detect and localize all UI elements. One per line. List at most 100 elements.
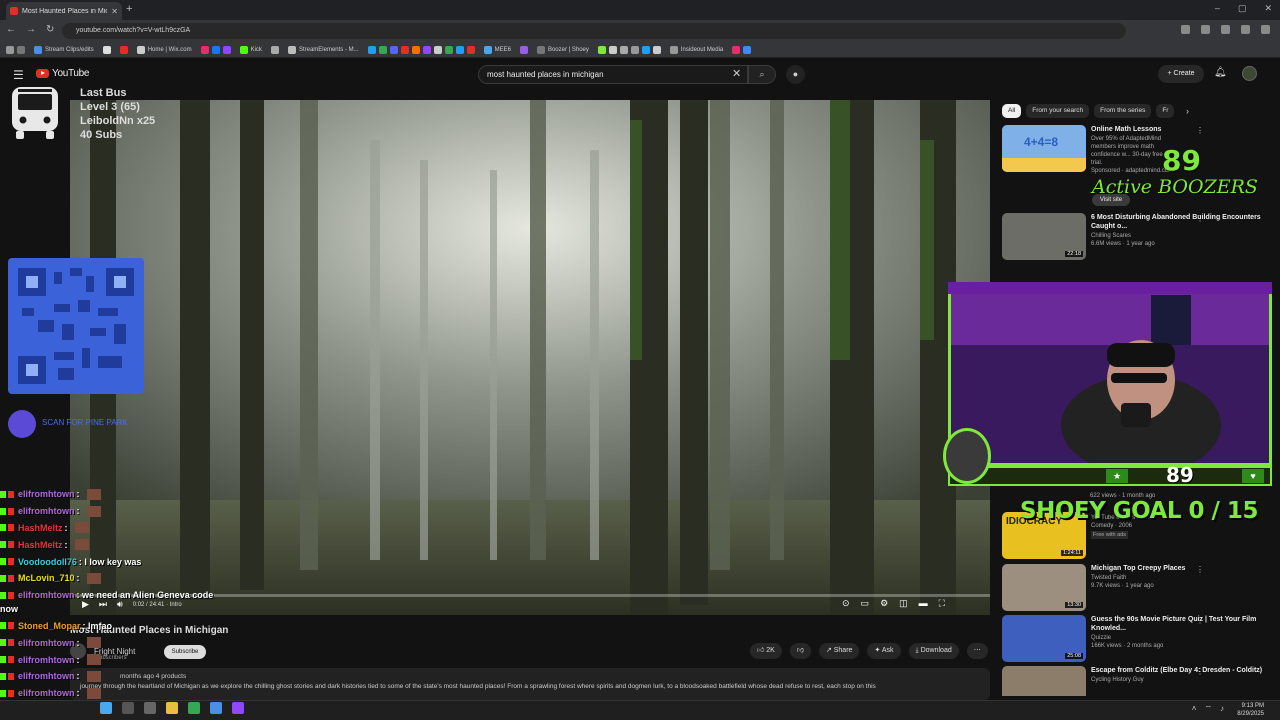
bookmark-item[interactable]	[270, 45, 279, 54]
settings-gear-icon[interactable]: ⚙	[880, 598, 888, 609]
bookmark-item[interactable]	[367, 45, 475, 54]
chat-emote-icon	[86, 687, 101, 699]
rec-title: Escape from Colditz (Elbe Day 4: Dresden…	[1091, 667, 1263, 674]
bookmark-stream-clips[interactable]: Stream Clips/edits	[34, 45, 94, 54]
platform-badge-icon	[8, 639, 14, 647]
voice-search-button[interactable]: ●	[786, 65, 805, 84]
bookmark-insideout[interactable]: Insideout Media	[669, 45, 723, 54]
chip-from-the-series[interactable]: From the series	[1094, 104, 1152, 118]
bookmark-item[interactable]	[6, 45, 25, 54]
video-thumbnail: 13:30	[1002, 564, 1086, 611]
hamburger-menu-icon[interactable]: ☰	[13, 68, 24, 82]
url-input[interactable]: youtube.com/watch?v=V-wtLh9czGA	[62, 23, 1126, 39]
bookmark-item[interactable]	[200, 45, 231, 54]
app-icon[interactable]	[232, 702, 244, 714]
chip-all[interactable]: All	[1002, 104, 1022, 118]
bookmarks-bar: Stream Clips/edits Home | Wix.com Kick S…	[0, 42, 1280, 58]
autoplay-toggle-icon[interactable]: ⊙	[842, 598, 850, 609]
more-options-icon[interactable]: ⋮	[1196, 616, 1204, 625]
bus-title: Last Bus	[80, 87, 127, 99]
recommendation-ad[interactable]: 4+4=8 Online Math Lessons Over 95% of Ad…	[1002, 125, 1272, 175]
search-input[interactable]: most haunted places in michigan	[478, 65, 748, 84]
shoey-goal-text: SHOEY GOAL 0 / 15	[1020, 498, 1258, 524]
maximize-icon[interactable]: ▢	[1238, 3, 1247, 14]
bookmark-item[interactable]	[119, 45, 128, 54]
back-icon[interactable]: ←	[6, 24, 16, 35]
search-button[interactable]: ⌕	[748, 65, 776, 84]
miniplayer-icon[interactable]: ◫	[899, 598, 908, 609]
share-button[interactable]: ↗ Share	[818, 643, 860, 659]
app-icon[interactable]	[210, 702, 222, 714]
chat-message: McLovin_710 :	[0, 570, 240, 587]
chat-message: elifromhtown :	[0, 651, 240, 668]
extension-icon[interactable]	[1221, 25, 1230, 34]
forward-icon[interactable]: →	[26, 24, 36, 35]
chevron-right-icon[interactable]: ›	[1186, 106, 1189, 116]
browser-tab[interactable]: Most Haunted Places in Michig... ✕	[6, 2, 122, 20]
bookmark-item[interactable]	[519, 45, 528, 54]
minimize-icon[interactable]: –	[1215, 3, 1220, 14]
chip-from-your-search[interactable]: From your search	[1026, 104, 1090, 118]
close-tab-icon[interactable]: ✕	[111, 7, 118, 16]
clock[interactable]: 9:13 PM 8/29/2025	[1237, 702, 1264, 718]
recommendation-item[interactable]: 25:08 Guess the 90s Movie Picture Quiz |…	[1002, 615, 1272, 662]
bookmark-wix[interactable]: Home | Wix.com	[136, 45, 192, 54]
new-tab-icon[interactable]: +	[126, 3, 132, 15]
more-options-icon[interactable]: ⋮	[1196, 126, 1204, 135]
dislike-button[interactable]: 👎︎	[789, 643, 811, 659]
rec-meta: Over 95% of AdaptedMind members improve …	[1091, 136, 1163, 166]
kick-badge-icon	[0, 689, 6, 697]
close-window-icon[interactable]: ✕	[1264, 3, 1272, 14]
like-button[interactable]: 👍︎ 2K	[750, 643, 782, 659]
chat-username: elifromhtown	[18, 637, 75, 648]
platform-badge-icon	[8, 558, 14, 566]
chip-more[interactable]: Fr	[1156, 104, 1175, 118]
recommendation-item[interactable]: 22:18 6 Most Disturbing Abandoned Buildi…	[1002, 213, 1272, 260]
network-icon[interactable]: ⌔	[1204, 704, 1212, 714]
streamer-logo	[943, 428, 991, 484]
chat-message: elifromhtown :	[0, 668, 240, 685]
create-button[interactable]: + Create	[1158, 65, 1204, 83]
kick-badge-icon	[0, 656, 6, 664]
youtube-logo[interactable]: YouTube	[36, 68, 90, 79]
more-options-icon[interactable]: ⋮	[1196, 565, 1204, 574]
volume-icon[interactable]: ♪	[1220, 704, 1224, 714]
chrome-icon[interactable]	[188, 702, 200, 714]
chat-text: : I low key was	[78, 556, 142, 567]
bookmark-kick[interactable]: Kick	[239, 45, 262, 54]
more-options-icon[interactable]: ⋮	[1196, 667, 1204, 676]
chevron-up-icon[interactable]: ˄	[1192, 704, 1197, 714]
extension-icon[interactable]	[1201, 25, 1210, 34]
bookmark-boozer[interactable]: Boozer | Shoey	[536, 45, 589, 54]
more-options-icon[interactable]: ⋮	[1196, 214, 1204, 223]
task-view-icon[interactable]	[144, 702, 156, 714]
recommendation-item[interactable]: Escape from Colditz (Elbe Day 4: Dresden…	[1002, 666, 1272, 696]
profile-icon[interactable]	[1241, 25, 1250, 34]
bookmark-item[interactable]	[597, 45, 661, 54]
chat-separator: :	[76, 654, 80, 665]
bookmark-item[interactable]	[102, 45, 111, 54]
ask-button[interactable]: ✦ Ask	[867, 643, 901, 659]
fullscreen-icon[interactable]: ⛶	[939, 598, 945, 609]
account-avatar[interactable]	[1242, 66, 1257, 81]
notifications-bell-icon[interactable]: 🔔︎	[1214, 67, 1227, 78]
theater-mode-icon[interactable]: ▬	[919, 598, 928, 609]
bus-icon	[12, 87, 58, 139]
bookmark-item[interactable]	[732, 45, 752, 54]
bookmark-streamelements[interactable]: StreamElements - M...	[287, 45, 359, 54]
more-actions-icon[interactable]: ⋯	[966, 643, 988, 659]
search-icon[interactable]	[122, 702, 134, 714]
bookmark-mee6[interactable]: MEE6	[483, 45, 511, 54]
qr-code	[8, 258, 144, 394]
clear-search-icon[interactable]: ✕	[732, 67, 741, 80]
download-button[interactable]: ⤓ Download	[908, 643, 959, 659]
extension-icon[interactable]	[1181, 25, 1190, 34]
menu-dots-icon[interactable]	[1261, 25, 1270, 34]
kick-badge-icon	[0, 507, 6, 515]
start-icon[interactable]	[100, 702, 112, 714]
recommendation-item[interactable]: 13:30 Michigan Top Creepy Places Twisted…	[1002, 564, 1272, 611]
reload-icon[interactable]: ↻	[46, 24, 54, 35]
file-explorer-icon[interactable]	[166, 702, 178, 714]
captions-icon[interactable]: ▭	[861, 598, 870, 609]
chat-separator: :	[76, 489, 80, 500]
